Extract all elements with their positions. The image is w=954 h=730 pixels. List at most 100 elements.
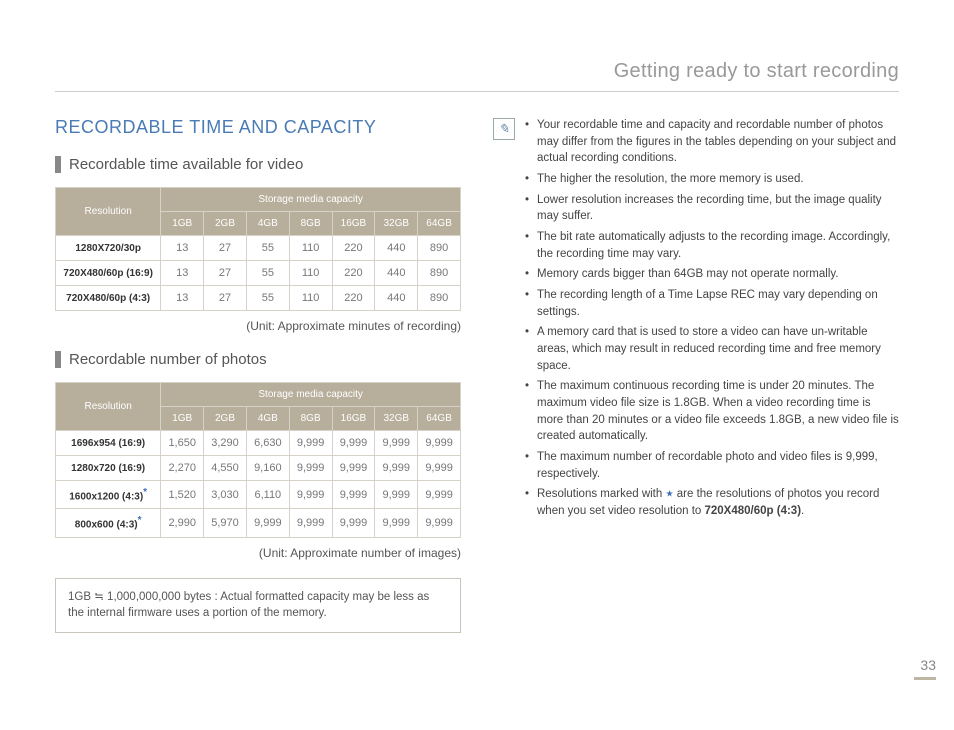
note-item: The higher the resolution, the more memo… [525,171,899,188]
table-cell: 9,160 [246,456,289,481]
table-cell: 27 [204,261,247,286]
table-cell: 13 [161,286,204,311]
page-number: 33 [914,657,936,680]
table-cell: 9,999 [289,481,332,509]
table-cell: 2,990 [161,509,204,537]
photo-resolution-header: Resolution [56,383,161,431]
photo-col-header: 16GB [332,407,375,431]
photo-col-header: 1GB [161,407,204,431]
table-cell: 55 [246,236,289,261]
table-row: 720X480/60p (4:3)132755110220440890 [56,286,461,311]
table-cell: 110 [289,286,332,311]
table-cell: 9,999 [332,481,375,509]
notes-list: Your recordable time and capacity and re… [525,117,899,524]
table-row: 1696x954 (16:9)1,6503,2906,6309,9999,999… [56,431,461,456]
gb-note-box: 1GB ≒ 1,000,000,000 bytes : Actual forma… [55,578,461,633]
table-cell: 6,110 [246,481,289,509]
resolution-label: 720X480/60p (16:9) [56,261,161,286]
table-cell: 55 [246,261,289,286]
table-cell: 2,270 [161,456,204,481]
photo-col-header: 8GB [289,407,332,431]
video-col-header: 2GB [204,212,247,236]
table-cell: 9,999 [418,481,461,509]
table-cell: 3,030 [204,481,247,509]
table-cell: 13 [161,236,204,261]
table-cell: 110 [289,236,332,261]
table-cell: 9,999 [375,456,418,481]
section-title: RECORDABLE TIME AND CAPACITY [55,117,461,138]
table-cell: 55 [246,286,289,311]
table-cell: 6,630 [246,431,289,456]
table-row: 1280X720/30p132755110220440890 [56,236,461,261]
table-cell: 440 [375,236,418,261]
table-row: 1280x720 (16:9)2,2704,5509,1609,9999,999… [56,456,461,481]
table-cell: 1,650 [161,431,204,456]
note-item: Lower resolution increases the recording… [525,192,899,225]
left-column: RECORDABLE TIME AND CAPACITY Recordable … [55,117,461,633]
star-icon: * [143,487,147,498]
table-cell: 3,290 [204,431,247,456]
table-cell: 27 [204,236,247,261]
table-cell: 9,999 [246,509,289,537]
table-cell: 9,999 [332,431,375,456]
photo-subheading: Recordable number of photos [55,351,461,368]
photo-capacity-header: Storage media capacity [161,383,461,407]
table-cell: 13 [161,261,204,286]
table-cell: 890 [418,236,461,261]
table-cell: 9,999 [375,509,418,537]
table-cell: 9,999 [418,431,461,456]
table-cell: 220 [332,236,375,261]
resolution-label: 1280X720/30p [56,236,161,261]
star-icon: ★ [665,489,673,499]
table-cell: 5,970 [204,509,247,537]
video-table: Resolution Storage media capacity 1GB2GB… [55,187,461,311]
table-cell: 220 [332,286,375,311]
note-item: The maximum number of recordable photo a… [525,449,899,482]
note-item: The bit rate automatically adjusts to th… [525,229,899,262]
photo-col-header: 2GB [204,407,247,431]
table-row: 720X480/60p (16:9)132755110220440890 [56,261,461,286]
table-cell: 9,999 [418,509,461,537]
page-header-title: Getting ready to start recording [55,60,899,92]
table-cell: 9,999 [289,431,332,456]
table-cell: 9,999 [418,456,461,481]
photo-unit-caption: (Unit: Approximate number of images) [55,546,461,560]
video-col-header: 8GB [289,212,332,236]
note-item: Memory cards bigger than 64GB may not op… [525,266,899,283]
table-cell: 9,999 [332,509,375,537]
photo-col-header: 64GB [418,407,461,431]
table-cell: 9,999 [375,481,418,509]
video-col-header: 16GB [332,212,375,236]
photo-col-header: 32GB [375,407,418,431]
note-item: The recording length of a Time Lapse REC… [525,287,899,320]
photo-table: Resolution Storage media capacity 1GB2GB… [55,382,461,538]
video-subheading: Recordable time available for video [55,156,461,173]
note-item: A memory card that is used to store a vi… [525,324,899,374]
info-icon: ✎ [493,118,515,140]
note-bold-resolution: 720X480/60p (4:3) [705,505,802,517]
resolution-label: 1696x954 (16:9) [56,431,161,456]
video-col-header: 32GB [375,212,418,236]
table-cell: 220 [332,261,375,286]
table-cell: 9,999 [375,431,418,456]
right-column: ✎ Your recordable time and capacity and … [493,117,899,633]
table-cell: 440 [375,261,418,286]
video-resolution-header: Resolution [56,188,161,236]
note-item-star: Resolutions marked with ★ are the resolu… [525,486,899,519]
table-row: 800x600 (4:3)*2,9905,9709,9999,9999,9999… [56,509,461,537]
note-item: The maximum continuous recording time is… [525,378,899,445]
table-cell: 890 [418,286,461,311]
video-capacity-header: Storage media capacity [161,188,461,212]
photo-col-header: 4GB [246,407,289,431]
table-cell: 27 [204,286,247,311]
table-cell: 4,550 [204,456,247,481]
table-cell: 9,999 [332,456,375,481]
table-cell: 110 [289,261,332,286]
video-col-header: 4GB [246,212,289,236]
table-cell: 440 [375,286,418,311]
video-unit-caption: (Unit: Approximate minutes of recording) [55,319,461,333]
note-item: Your recordable time and capacity and re… [525,117,899,167]
table-cell: 1,520 [161,481,204,509]
resolution-label: 800x600 (4:3)* [56,509,161,537]
resolution-label: 720X480/60p (4:3) [56,286,161,311]
